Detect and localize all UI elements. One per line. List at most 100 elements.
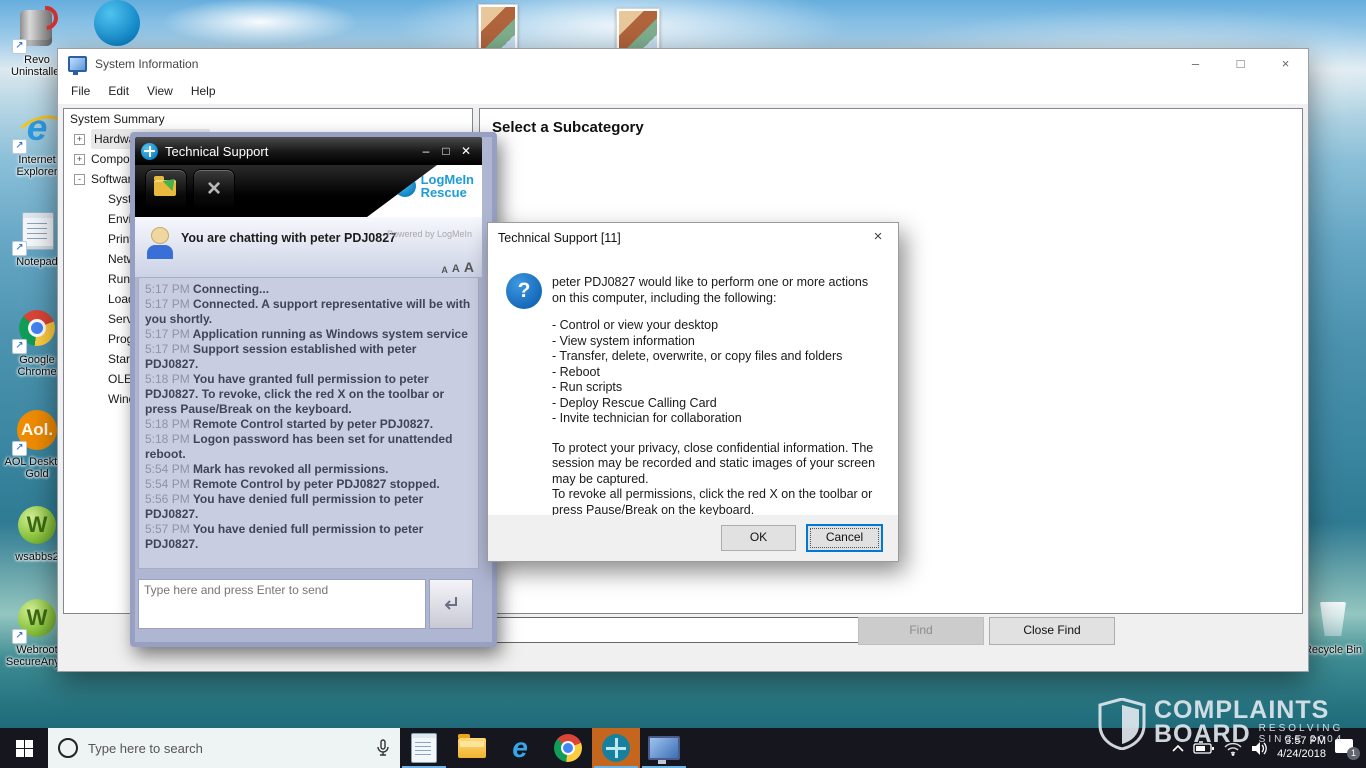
find-button[interactable]: Find — [858, 617, 984, 645]
maximize-icon[interactable]: □ — [1218, 49, 1263, 79]
clock-time: 3:57 PM — [1277, 735, 1326, 748]
close-icon[interactable]: × — [868, 228, 888, 245]
dialog-privacy-line: To protect your privacy, close confident… — [552, 441, 884, 488]
desktop: Revo Uninstaller e Internet Explorer Not… — [0, 0, 1366, 768]
chat-message-time: 5:57 PM — [145, 522, 190, 536]
minimize-icon[interactable]: – — [1173, 49, 1218, 79]
chat-message-input[interactable] — [138, 579, 426, 629]
shortcut-arrow-icon — [12, 339, 27, 354]
menubar: FileEditViewHelp — [58, 79, 1308, 104]
chat-message-time: 5:56 PM — [145, 492, 190, 506]
chat-message-time: 5:54 PM — [145, 477, 190, 491]
internet-explorer-icon: e — [512, 734, 528, 762]
ok-button[interactable]: OK — [721, 525, 796, 551]
chat-titlebar[interactable]: Technical Support – □ ✕ — [135, 137, 482, 165]
dialog-action-item: - View system information — [552, 334, 884, 350]
subcategory-heading: Select a Subcategory — [480, 109, 1302, 146]
chat-message-time: 5:17 PM — [145, 342, 190, 356]
dialog-action-list: - Control or view your desktop- View sys… — [552, 318, 884, 427]
font-size-button[interactable]: A — [464, 259, 474, 275]
chat-log[interactable]: 5:17 PM Connecting...5:17 PM Connected. … — [138, 277, 479, 569]
send-file-icon — [154, 180, 176, 196]
chat-message: 5:17 PM Support session established with… — [145, 342, 472, 372]
revoke-permissions-button[interactable]: × — [193, 169, 235, 211]
tree-item-system-summary[interactable]: System Summary — [64, 109, 472, 129]
chevron-up-icon[interactable] — [1171, 743, 1185, 753]
dialog-action-item: - Control or view your desktop — [552, 318, 884, 334]
system-information-icon — [648, 736, 680, 760]
maximize-icon[interactable]: □ — [436, 144, 456, 158]
webroot-icon — [14, 598, 60, 642]
close-find-button[interactable]: Close Find — [989, 617, 1115, 645]
chat-message-time: 5:17 PM — [145, 297, 190, 311]
dialog-action-item: - Deploy Rescue Calling Card — [552, 396, 884, 412]
battery-icon[interactable] — [1193, 741, 1215, 755]
taskbar-app-notepad[interactable] — [400, 728, 448, 768]
chat-message-time: 5:18 PM — [145, 417, 190, 431]
menu-view[interactable]: View — [138, 79, 182, 104]
expander-icon[interactable]: - — [74, 174, 85, 185]
system-tray: 3:57 PM 4/24/2018 1 — [1171, 728, 1366, 768]
dialog-privacy-line: To revoke all permissions, click the red… — [552, 487, 884, 518]
notepad-icon — [14, 210, 60, 254]
chat-message: 5:18 PM Logon password has been set for … — [145, 432, 472, 462]
taskbar-search[interactable]: Type here to search — [48, 728, 400, 768]
taskbar-app-file-explorer[interactable] — [448, 728, 496, 768]
recycle-bin-icon — [1310, 598, 1356, 642]
taskbar-app-logmein-rescue[interactable] — [592, 728, 640, 768]
dialog-action-item: - Invite technician for collaboration — [552, 411, 884, 427]
menu-edit[interactable]: Edit — [99, 79, 138, 104]
chat-message-text: Mark has revoked all permissions. — [190, 462, 389, 476]
find-input[interactable] — [491, 617, 863, 643]
window-title: System Information — [95, 57, 198, 71]
webroot-icon — [14, 505, 60, 549]
taskbar-app-chrome[interactable] — [544, 728, 592, 768]
taskbar-app-system-information[interactable] — [640, 728, 688, 768]
font-size-button[interactable]: A — [441, 265, 448, 275]
taskbar: Type here to search e — [0, 728, 1366, 768]
start-button[interactable] — [0, 728, 48, 768]
logmein-rescue-logo: LogMeInRescue — [388, 173, 474, 199]
expander-icon[interactable]: + — [74, 134, 85, 145]
taskbar-app-internet-explorer[interactable]: e — [496, 728, 544, 768]
menu-help[interactable]: Help — [182, 79, 225, 104]
file-transfer-button[interactable] — [145, 169, 187, 211]
microphone-icon[interactable] — [376, 739, 390, 757]
notification-badge: 1 — [1347, 747, 1360, 760]
chat-message: 5:57 PM You have denied full permission … — [145, 522, 472, 552]
system-information-app-icon — [68, 56, 87, 72]
font-size-buttons: AAA — [437, 259, 474, 275]
chat-message: 5:54 PM Mark has revoked all permissions… — [145, 462, 472, 477]
font-size-button[interactable]: A — [452, 263, 460, 275]
cancel-button[interactable]: Cancel — [807, 525, 882, 551]
wifi-icon[interactable] — [1223, 741, 1243, 756]
desktop-icon-label: Recycle Bin — [1300, 644, 1366, 656]
menu-file[interactable]: File — [62, 79, 99, 104]
system-information-titlebar[interactable]: System Information – □ × — [58, 49, 1308, 79]
chat-message-time: 5:18 PM — [145, 432, 190, 446]
dialog-titlebar[interactable]: Technical Support [11] × — [488, 223, 898, 253]
notepad-icon — [411, 733, 437, 763]
logmein-rescue-desktop-icon[interactable] — [94, 0, 140, 46]
chat-message: 5:18 PM You have granted full permission… — [145, 372, 472, 417]
chat-message-text: Remote Control started by peter PDJ0827. — [190, 417, 433, 431]
clock-date: 4/24/2018 — [1277, 748, 1326, 761]
taskbar-clock[interactable]: 3:57 PM 4/24/2018 — [1277, 735, 1326, 761]
expander-icon[interactable]: + — [74, 154, 85, 165]
logmein-rescue-icon — [141, 143, 158, 160]
chat-message: 5:54 PM Remote Control by peter PDJ0827 … — [145, 477, 472, 492]
action-center-button[interactable]: 1 — [1334, 736, 1358, 760]
chat-message-text: Remote Control by peter PDJ0827 stopped. — [190, 477, 440, 491]
speaker-icon[interactable] — [1251, 741, 1269, 756]
chat-message-time: 5:54 PM — [145, 462, 190, 476]
chat-message: 5:17 PM Connecting... — [145, 282, 472, 297]
close-icon[interactable]: × — [1263, 49, 1308, 79]
chat-message-text: You have granted full permission to pete… — [145, 372, 444, 416]
send-message-button[interactable] — [429, 579, 473, 629]
desktop-icon-recycle-bin[interactable]: Recycle Bin — [1300, 598, 1366, 656]
minimize-icon[interactable]: – — [416, 144, 436, 158]
enter-arrow-icon — [441, 594, 461, 614]
question-mark-icon: ? — [506, 273, 542, 309]
close-icon[interactable]: ✕ — [456, 144, 476, 158]
dialog-action-item: - Transfer, delete, overwrite, or copy f… — [552, 349, 884, 365]
